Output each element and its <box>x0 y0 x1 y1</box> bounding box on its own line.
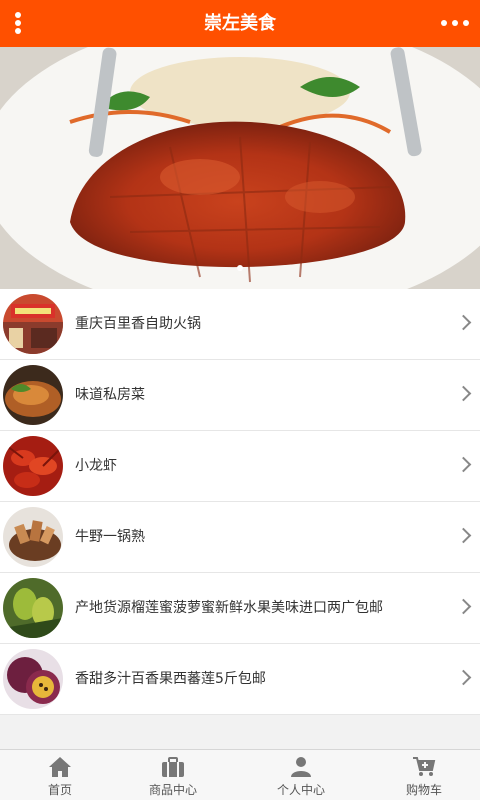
tab-profile[interactable]: 个人中心 <box>241 750 361 800</box>
category-list: 重庆百里香自助火锅 味道私房菜 小龙虾 牛野一锅熟 产地货源榴莲蜜菠萝蜜新鲜水果… <box>0 289 480 715</box>
chevron-right-icon <box>455 385 472 402</box>
cart-icon <box>413 757 436 776</box>
list-item-label: 产地货源榴莲蜜菠萝蜜新鲜水果美味进口两广包邮 <box>75 600 383 616</box>
user-icon <box>291 757 311 777</box>
roast-duck-plate-photo <box>0 47 480 289</box>
chevron-right-icon <box>455 669 472 686</box>
carousel-dots[interactable] <box>0 256 480 275</box>
home-cooking-dish-thumbnail <box>3 365 63 425</box>
banner-carousel[interactable] <box>0 47 480 289</box>
list-item[interactable]: 小龙虾 <box>0 431 480 502</box>
list-item[interactable]: 香甜多汁百香果西蕃莲5斤包邮 <box>0 644 480 715</box>
chevron-right-icon <box>455 314 472 331</box>
tab-cart[interactable]: 购物车 <box>364 750 480 800</box>
tab-label: 首页 <box>47 783 72 797</box>
beef-pot-thumbnail <box>3 507 63 567</box>
list-item-label: 味道私房菜 <box>75 387 145 403</box>
jackfruit-thumbnail <box>3 578 63 638</box>
chevron-right-icon <box>455 456 472 473</box>
list-item-label: 重庆百里香自助火锅 <box>75 316 201 332</box>
list-item-label: 香甜多汁百香果西蕃莲5斤包邮 <box>75 671 266 687</box>
tab-products[interactable]: 商品中心 <box>113 750 233 800</box>
tab-label: 商品中心 <box>148 783 197 797</box>
list-item[interactable]: 重庆百里香自助火锅 <box>0 289 480 360</box>
chevron-right-icon <box>455 598 472 615</box>
list-item[interactable]: 味道私房菜 <box>0 360 480 431</box>
list-item[interactable]: 牛野一锅熟 <box>0 502 480 573</box>
crayfish-thumbnail <box>3 436 63 496</box>
carousel-dot[interactable] <box>237 265 243 271</box>
tab-home[interactable]: 首页 <box>0 750 120 800</box>
app-header: 崇左美食 <box>0 0 480 47</box>
hotpot-restaurant-thumbnail <box>3 294 63 354</box>
briefcase-icon <box>162 757 184 777</box>
home-icon <box>49 757 71 777</box>
list-item-label: 小龙虾 <box>75 458 117 474</box>
list-item-label: 牛野一锅熟 <box>75 529 145 545</box>
horizontal-dots-more-icon[interactable] <box>440 10 470 36</box>
tab-label: 购物车 <box>405 783 442 797</box>
tab-label: 个人中心 <box>276 783 325 797</box>
chevron-right-icon <box>455 527 472 544</box>
list-item[interactable]: 产地货源榴莲蜜菠萝蜜新鲜水果美味进口两广包邮 <box>0 573 480 644</box>
passion-fruit-thumbnail <box>3 649 63 709</box>
page-title: 崇左美食 <box>204 13 276 34</box>
bottom-tab-bar: 首页 商品中心 个人中心 购物车 <box>0 749 480 800</box>
